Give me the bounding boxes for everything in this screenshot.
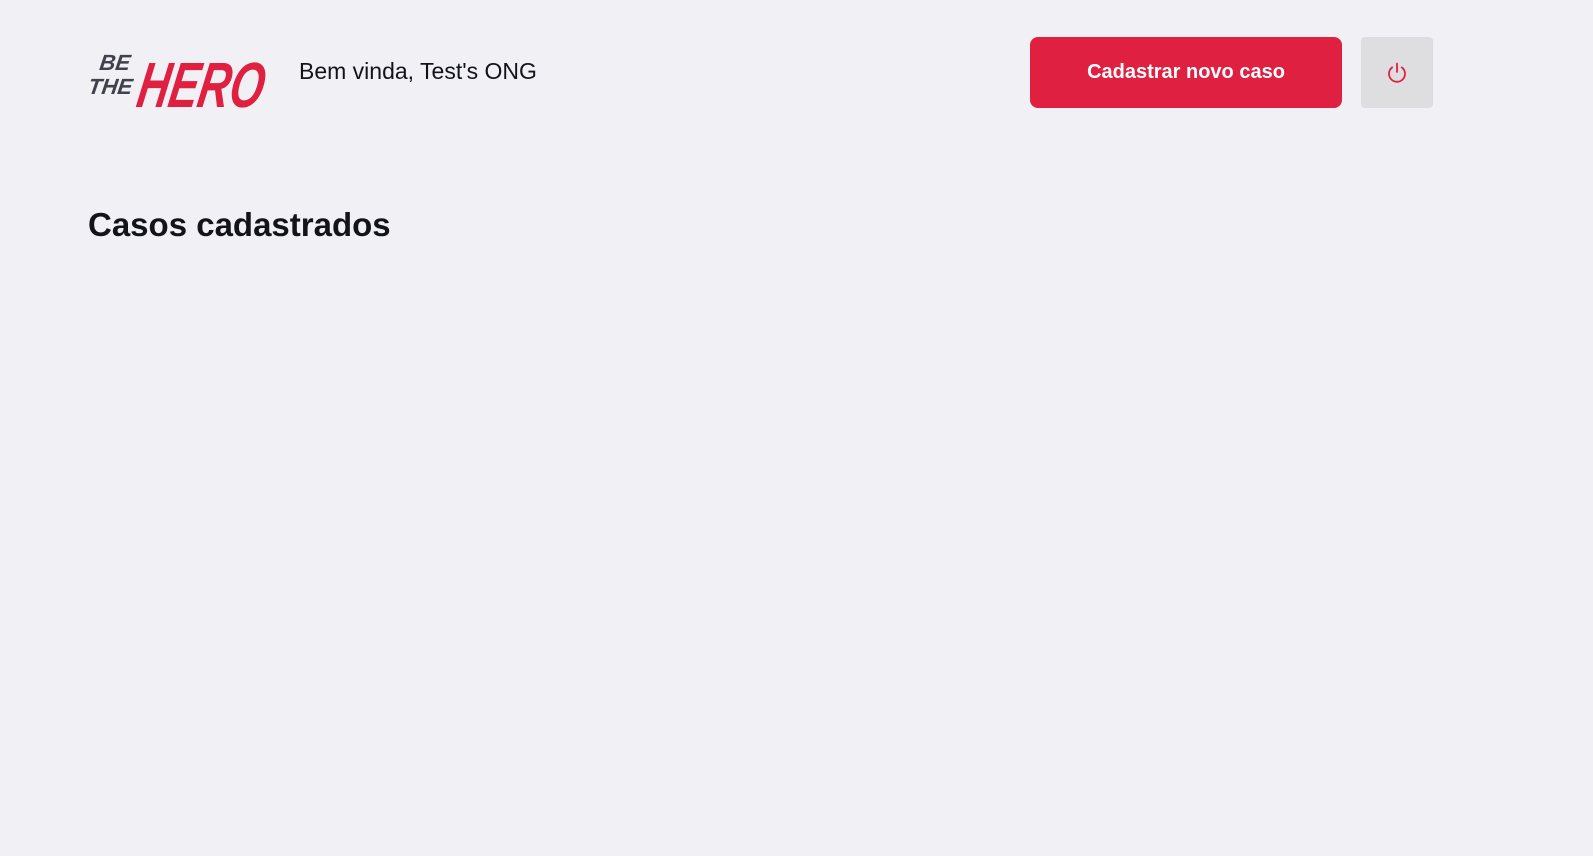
svg-text:BE: BE (98, 50, 133, 75)
svg-text:HERO: HERO (133, 49, 270, 111)
be-the-hero-logo: BE THE HERO (88, 33, 270, 111)
svg-text:THE: THE (88, 74, 135, 99)
page-header: BE THE HERO Bem vinda, Test's ONG Cadast… (88, 33, 1433, 111)
profile-page: BE THE HERO Bem vinda, Test's ONG Cadast… (0, 0, 1593, 856)
power-icon (1388, 62, 1406, 83)
be-the-hero-logo-icon: BE THE HERO (88, 49, 270, 111)
logout-button[interactable] (1361, 37, 1433, 108)
page-title: Casos cadastrados (88, 206, 391, 243)
new-case-button[interactable]: Cadastrar novo caso (1030, 37, 1342, 108)
welcome-text: Bem vinda, Test's ONG (299, 58, 537, 84)
